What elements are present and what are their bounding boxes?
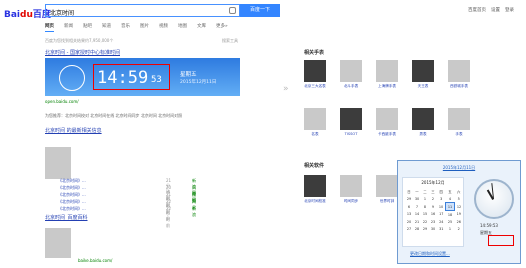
change-datetime-link[interactable]: 更改日期和时间设置... [410,251,450,257]
result-title[interactable]: 北京时间 - 国家授时中心标准时间 [45,49,120,56]
news-item[interactable]: 《北京时间》... 22小时前 网易 [58,199,196,221]
highlight-box [488,235,514,246]
weekday: 星期五 [180,72,197,78]
popup-time: 14:59:53 [480,223,498,228]
related-item[interactable]: 男表 [412,108,434,137]
related-item[interactable]: 名表 [304,108,326,137]
related-item[interactable]: 北斗手表 [340,60,362,89]
software-item[interactable]: 北京时间校准 [304,175,326,204]
news-title[interactable]: 北京时间 的最新相关信息 [45,127,102,134]
logo-text: Bai [4,10,21,20]
related-item[interactable]: TISSOT [340,108,362,136]
related-item[interactable]: 西铁城手表 [448,60,470,89]
baike-image[interactable] [45,228,71,258]
highlight-box [93,64,170,90]
search-query: 北京时间 [50,10,75,17]
home-link[interactable]: 百度首页 [468,7,486,13]
time-card: 14:59 53 星期五 2015年12月11日 [45,58,240,96]
tab-wenku[interactable]: 文库 [197,23,206,32]
windows-clock-popup: 2015年12月11日 2015年12月 日一二三四五六 29 30 1 2 3 4 5 6… [397,160,521,264]
news-thumbnail[interactable] [45,147,71,179]
analog-clock-icon [474,179,514,219]
login-link[interactable]: 登录 [505,7,514,13]
baidu-logo[interactable]: Baidu百度 [4,7,51,20]
calendar: 2015年12月 日一二三四五六 29 30 1 2 3 4 5 6 7 8 9 10 11 12 13… [402,177,464,247]
current-date: 2015年12月11日 [180,80,217,85]
related-recommend: 为您推荐：北京时间校对 北京时间在线 北京时间同步 北京时间 北京时间对照 [45,113,183,118]
calendar-today: 11 [445,202,455,211]
news-item[interactable]: 《北京时间》... 21小时前 搜狐 [58,192,196,214]
news-item[interactable]: 《北京时间》... 22小时前 新浪 [58,206,196,228]
tab-maps[interactable]: 地图 [178,23,187,32]
related-item[interactable]: 卡西欧手表 [376,108,398,137]
related-item[interactable]: 手表 [448,108,470,137]
tab-music[interactable]: 音乐 [121,23,130,32]
camera-icon[interactable] [229,7,236,14]
news-item[interactable]: 《北京时间》... 20小时前 凤凰网 [58,185,196,207]
result-url[interactable]: open.baidu.com/ [45,99,79,104]
search-input[interactable]: 北京时间 [45,4,240,17]
related-software-heading: 相关软件 [304,163,325,169]
search-button[interactable]: 百度一下 [240,4,280,17]
calendar-grid: 日一二三四五六 29 30 1 2 3 4 5 6 7 8 9 10 11 12 13 14 15 16 17 1… [406,190,462,231]
calendar-month[interactable]: 2015年12月 [403,180,463,186]
tab-tieba[interactable]: 贴吧 [83,23,92,32]
baike-title[interactable]: 北京时间_百度百科 [45,214,88,221]
tab-bar: 网页 新闻 贴吧 知道 音乐 图片 视频 地图 文库 更多» [45,23,228,32]
clock-icon [59,65,85,91]
search-tools[interactable]: 搜索工具 [222,38,238,44]
software-item[interactable]: 世界时钟 [376,175,398,204]
tab-images[interactable]: 图片 [140,23,149,32]
related-item[interactable]: 北京三大名表 [304,60,326,89]
related-watches-heading: 相关手表 [304,50,325,56]
tab-video[interactable]: 视频 [159,23,168,32]
related-item[interactable]: 上海牌手表 [376,60,398,89]
news-item[interactable]: 《北京时间》... 21分钟前 新浪网 [58,178,196,200]
popup-date-header[interactable]: 2015年12月11日 [398,165,520,171]
related-item[interactable]: 天王表 [412,60,434,89]
expand-arrow-icon[interactable]: » [283,84,289,94]
baike-url[interactable]: baike.baidu.com/ [78,258,112,263]
top-links: 百度首页 设置 登录 [468,7,514,13]
software-item[interactable]: 时间同步 [340,175,362,204]
result-count: 百度为您找到相关结果约7,950,000个 [45,38,114,43]
tab-web[interactable]: 网页 [45,23,54,32]
settings-link[interactable]: 设置 [491,7,500,13]
tab-more[interactable]: 更多» [216,23,228,32]
tab-news[interactable]: 新闻 [64,23,73,32]
tab-zhidao[interactable]: 知道 [102,23,111,32]
